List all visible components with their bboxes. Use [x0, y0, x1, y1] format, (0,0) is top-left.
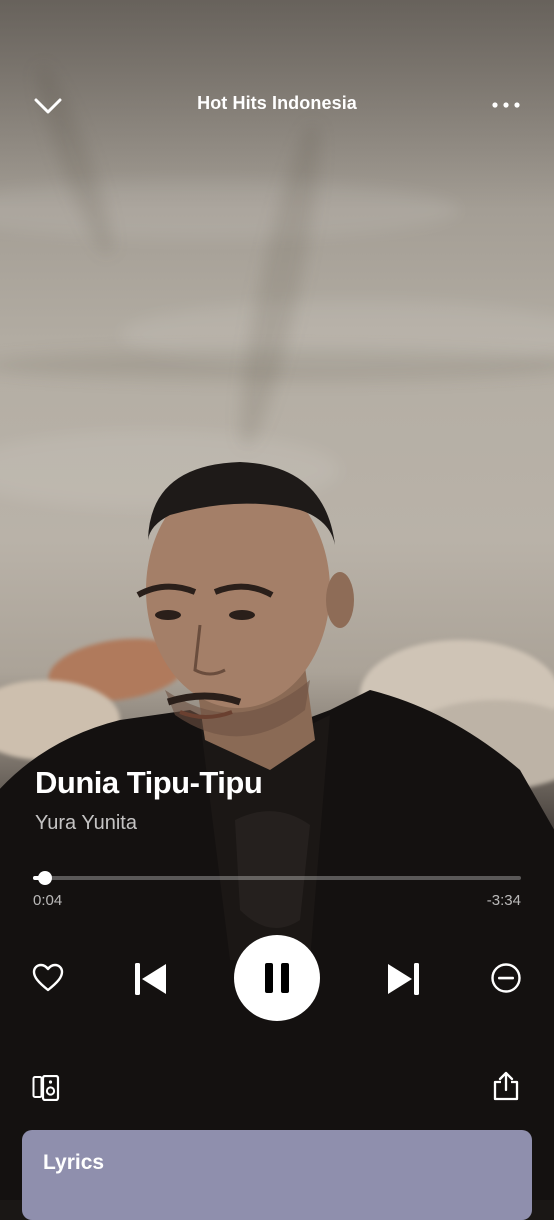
song-title: Dunia Tipu-Tipu [35, 765, 263, 800]
playlist-title: Hot Hits Indonesia [197, 93, 357, 113]
heart-icon [32, 963, 64, 992]
progress-bar[interactable] [33, 871, 521, 885]
more-options-button[interactable] [484, 90, 528, 120]
lyrics-label: Lyrics [43, 1151, 105, 1174]
skip-forward-icon [388, 963, 419, 995]
pause-icon [265, 963, 289, 993]
connect-devices-icon [32, 1075, 60, 1101]
lyrics-card[interactable]: Lyrics [22, 1130, 532, 1220]
play-pause-button[interactable] [234, 935, 320, 1021]
elapsed-time: 0:04 [33, 892, 63, 909]
minus-circle-icon [491, 963, 521, 993]
hide-song-button[interactable] [486, 958, 526, 998]
skip-back-icon [135, 963, 166, 995]
like-button[interactable] [28, 958, 68, 998]
share-icon [493, 1071, 519, 1101]
remaining-time: -3:34 [486, 892, 521, 909]
share-button[interactable] [488, 1068, 524, 1104]
artist-name[interactable]: Yura Yunita [35, 812, 137, 835]
previous-button[interactable] [128, 957, 172, 1001]
more-horizontal-icon [492, 102, 520, 108]
connect-devices-button[interactable] [28, 1070, 64, 1106]
next-button[interactable] [382, 957, 426, 1001]
